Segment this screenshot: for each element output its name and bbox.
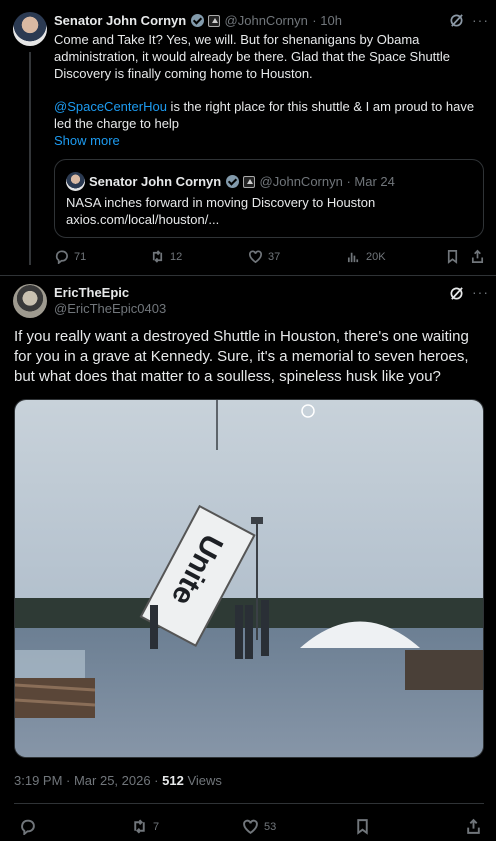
timestamp-text[interactable]: 3:19 PM · Mar 25, 2026 · <box>14 773 162 788</box>
mention-link[interactable]: @SpaceCenterHou <box>54 99 167 114</box>
quote-avatar <box>66 172 85 191</box>
share-icon[interactable] <box>465 818 482 835</box>
reply-button[interactable]: 71 <box>54 249 86 264</box>
parent-text: Come and Take It? Yes, we will. But for … <box>54 31 479 82</box>
bookmark-icon[interactable] <box>445 249 460 264</box>
repost-icon <box>152 250 163 263</box>
more-icon[interactable]: ··· <box>472 284 489 300</box>
government-badge-icon <box>208 14 221 27</box>
like-count: 37 <box>268 250 281 263</box>
reply-author-handle[interactable]: @EricTheEpic0403 <box>54 301 166 316</box>
quote-author-name: Senator John Cornyn <box>89 174 222 189</box>
author-name[interactable]: Senator John Cornyn <box>54 13 186 28</box>
reply-text: If you really want a destroyed Shuttle i… <box>14 328 469 385</box>
quote-line-1: NASA inches forward in moving Discovery … <box>66 195 376 210</box>
reply-icon <box>55 250 68 264</box>
views-label: Views <box>183 773 222 788</box>
divider <box>14 803 484 804</box>
like-count: 53 <box>264 820 277 833</box>
reply-count: 71 <box>74 250 87 263</box>
attached-photo[interactable]: Unite <box>14 399 484 758</box>
quote-header: Senator John Cornyn @JohnCornyn · Mar 24 <box>89 173 395 191</box>
like-icon <box>249 250 262 264</box>
like-button[interactable]: 53 <box>242 818 276 835</box>
grok-icon[interactable] <box>449 286 464 306</box>
repost-count: 7 <box>153 820 160 833</box>
divider <box>0 275 496 276</box>
quoted-post[interactable]: Senator John Cornyn @JohnCornyn · Mar 24… <box>54 159 484 238</box>
post-timestamp: 3:19 PM · Mar 25, 2026 · 512 Views <box>14 773 222 788</box>
views-count: 20K <box>366 250 386 263</box>
share-icon[interactable] <box>470 249 485 264</box>
eric-avatar[interactable] <box>13 284 47 318</box>
post-time[interactable]: · 10h <box>312 13 342 28</box>
author-handle[interactable]: @JohnCornyn <box>225 13 308 28</box>
reply-icon[interactable] <box>19 818 36 835</box>
like-button[interactable]: 37 <box>248 249 280 264</box>
thread-line <box>29 52 31 265</box>
more-icon[interactable]: ··· <box>472 12 489 28</box>
repost-button[interactable]: 7 <box>131 818 159 835</box>
show-more-link[interactable]: Show more <box>54 132 120 149</box>
reply-author-name[interactable]: EricTheEpic <box>54 285 129 300</box>
grok-icon[interactable] <box>449 13 464 33</box>
verified-icon <box>190 14 204 28</box>
parent-text-p1: Come and Take It? Yes, we will. But for … <box>54 32 451 81</box>
parent-text-2: @SpaceCenterHou is the right place for t… <box>54 98 479 132</box>
verified-icon <box>225 175 239 189</box>
cornyn-avatar[interactable] <box>13 12 47 46</box>
like-icon <box>243 819 258 835</box>
parent-header: Senator John Cornyn @JohnCornyn · 10h <box>54 12 342 30</box>
bookmark-icon[interactable] <box>354 818 371 835</box>
quote-line-2[interactable]: axios.com/local/houston/... <box>66 211 219 228</box>
views-button[interactable]: 20K <box>346 249 386 264</box>
views-icon <box>347 252 359 263</box>
repost-count: 12 <box>170 250 183 263</box>
repost-icon <box>134 819 145 834</box>
government-badge-icon <box>243 175 256 188</box>
views-number: 512 <box>162 773 184 788</box>
repost-button[interactable]: 12 <box>150 249 182 264</box>
quote-handle: @JohnCornyn · Mar 24 <box>259 174 395 189</box>
